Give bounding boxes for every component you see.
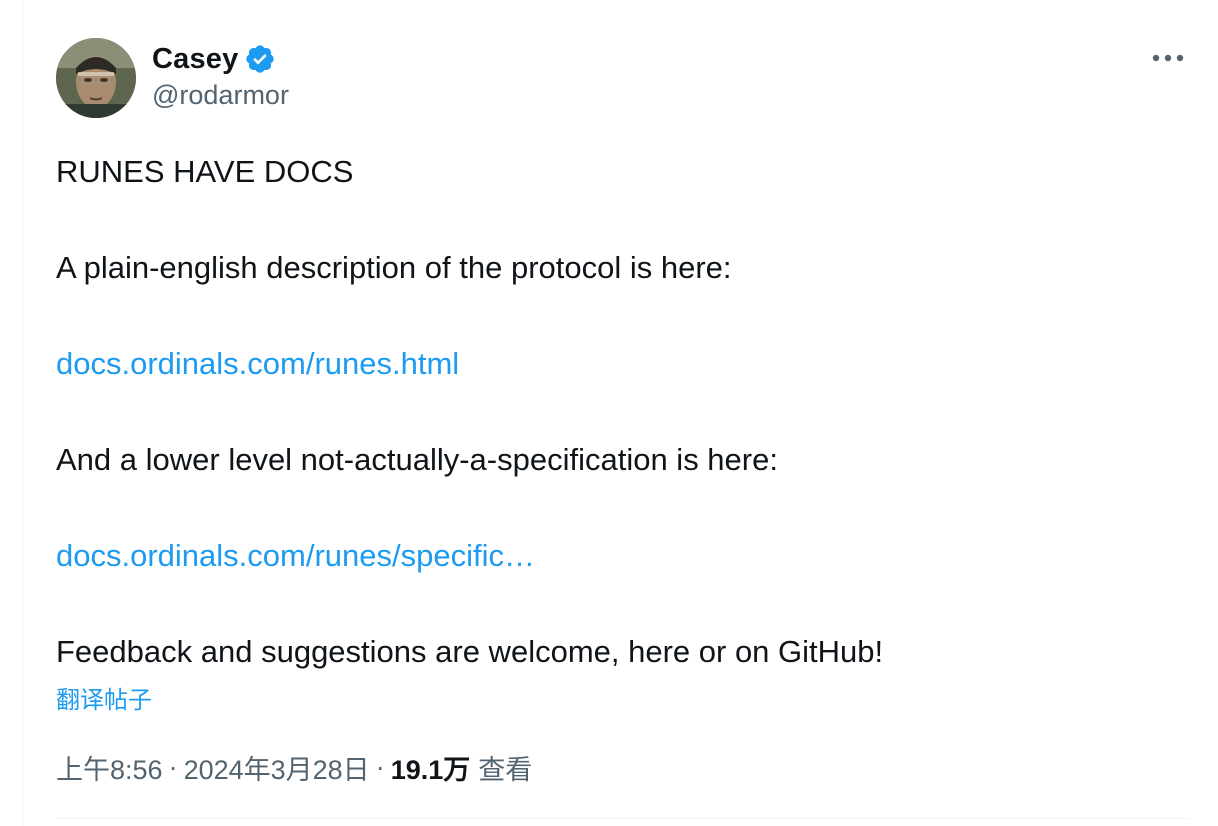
author-handle[interactable]: @rodarmor (152, 80, 289, 111)
column-border (22, 0, 23, 826)
runes-specification-link[interactable]: docs.ordinals.com/runes/specific… (56, 538, 535, 573)
author-display-name[interactable]: Casey (152, 43, 238, 76)
verified-badge-icon[interactable] (244, 43, 276, 75)
line-break (56, 484, 1186, 532)
tweet-line: And a lower level not-actually-a-specifi… (56, 442, 778, 477)
line-break (56, 580, 1186, 628)
line-break (56, 196, 1186, 244)
translate-post-link[interactable]: 翻译帖子 (56, 680, 152, 715)
avatar-image (56, 38, 136, 118)
divider (56, 818, 1188, 819)
tweet-line: RUNES HAVE DOCS (56, 154, 354, 189)
more-horizontal-icon (1152, 54, 1184, 62)
meta-separator: · (375, 752, 385, 782)
tweet-line: A plain-english description of the proto… (56, 250, 732, 285)
more-options-button[interactable] (1140, 40, 1196, 76)
post-time[interactable]: 上午8:56 (56, 748, 163, 787)
avatar[interactable] (56, 38, 136, 118)
runes-docs-link[interactable]: docs.ordinals.com/runes.html (56, 346, 459, 381)
line-break (56, 388, 1186, 436)
views-label: 查看 (478, 755, 533, 785)
author-name-row: Casey (152, 40, 276, 78)
meta-separator: · (168, 752, 178, 782)
post-date[interactable]: 2024年3月28日 (184, 748, 370, 787)
views-count: 19.1万 (390, 755, 471, 785)
tweet-line: Feedback and suggestions are welcome, he… (56, 634, 884, 669)
tweet-text: RUNES HAVE DOCS A plain-english descript… (56, 148, 1186, 676)
tweet-meta: 上午8:56 · 2024年3月28日 · 19.1万 查看 (56, 748, 532, 787)
tweet-detail: Casey @rodarmor RUNES HAVE DOCS A plain-… (0, 0, 1218, 826)
line-break (56, 292, 1186, 340)
